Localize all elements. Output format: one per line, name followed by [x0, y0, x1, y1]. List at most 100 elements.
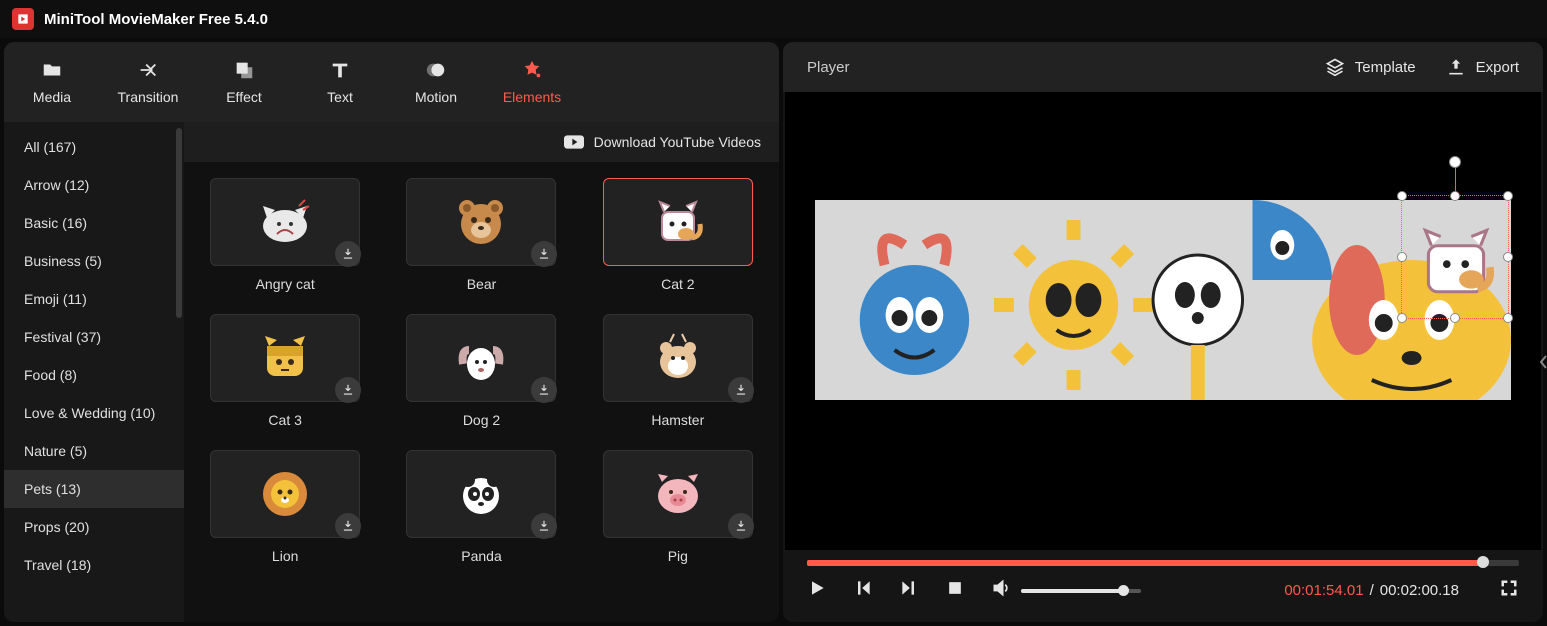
elements-gallery: Angry cat Bear Cat 2 Cat 3 Dog 2 Hamster Lion P…: [184, 162, 779, 622]
gallery-item-cat2[interactable]: Cat 2: [593, 178, 763, 292]
tab-text[interactable]: Text: [292, 42, 388, 122]
download-icon[interactable]: [728, 377, 754, 403]
canvas-element-cat2: [1410, 204, 1502, 312]
app-title: MiniTool MovieMaker Free 5.4.0: [44, 11, 268, 28]
sidebar-item-props[interactable]: Props (20): [4, 508, 184, 546]
tab-elements-label: Elements: [503, 89, 561, 105]
gallery-item-hamster[interactable]: Hamster: [593, 314, 763, 428]
time-total: 00:02:00.18: [1380, 582, 1459, 599]
sidebar-item-travel[interactable]: Travel (18): [4, 546, 184, 584]
download-icon[interactable]: [335, 513, 361, 539]
prev-button[interactable]: [853, 578, 873, 603]
progress-track[interactable]: [807, 560, 1519, 566]
tab-transition[interactable]: Transition: [100, 42, 196, 122]
sidebar-item-business[interactable]: Business (5): [4, 242, 184, 280]
sidebar-item-all[interactable]: All (167): [4, 128, 184, 166]
stop-button[interactable]: [945, 578, 965, 603]
gallery-item-angry-cat[interactable]: Angry cat: [200, 178, 370, 292]
play-button[interactable]: [807, 578, 827, 603]
upload-icon: [1446, 57, 1466, 77]
gallery-thumb[interactable]: [406, 450, 556, 538]
tab-media[interactable]: Media: [4, 42, 100, 122]
sidebar-item-arrow[interactable]: Arrow (12): [4, 166, 184, 204]
category-sidebar: All (167) Arrow (12) Basic (16) Business…: [4, 122, 184, 622]
resize-handle-sw[interactable]: [1397, 313, 1407, 323]
sidebar-item-nature[interactable]: Nature (5): [4, 432, 184, 470]
gallery-item-label: Cat 2: [661, 276, 694, 292]
resize-handle-ne[interactable]: [1503, 191, 1513, 201]
bear-icon: [453, 192, 509, 253]
gallery-item-label: Pig: [668, 548, 688, 564]
app-logo-icon: [12, 8, 34, 30]
download-icon[interactable]: [531, 241, 557, 267]
download-icon[interactable]: [531, 377, 557, 403]
download-icon[interactable]: [728, 513, 754, 539]
canvas-selection-box[interactable]: [1401, 195, 1509, 319]
gallery-thumb[interactable]: [406, 178, 556, 266]
gallery-item-lion[interactable]: Lion: [200, 450, 370, 564]
expand-right-handle[interactable]: [1537, 342, 1547, 382]
tab-transition-label: Transition: [118, 89, 179, 105]
pig-icon: [650, 464, 706, 525]
resize-handle-e[interactable]: [1503, 252, 1513, 262]
download-youtube-label: Download YouTube Videos: [594, 134, 761, 150]
gallery-item-cat3[interactable]: Cat 3: [200, 314, 370, 428]
video-preview[interactable]: [785, 92, 1541, 550]
next-button[interactable]: [899, 578, 919, 603]
resize-handle-w[interactable]: [1397, 252, 1407, 262]
gallery-thumb[interactable]: [603, 178, 753, 266]
sidebar-scrollbar[interactable]: [176, 128, 182, 318]
gallery-thumb[interactable]: [210, 450, 360, 538]
tab-motion-label: Motion: [415, 89, 457, 105]
fullscreen-button[interactable]: [1499, 578, 1519, 603]
sidebar-item-festival[interactable]: Festival (37): [4, 318, 184, 356]
gallery-item-label: Panda: [461, 548, 501, 564]
dog2-icon: [453, 328, 509, 389]
gallery-item-dog2[interactable]: Dog 2: [396, 314, 566, 428]
rotation-handle[interactable]: [1449, 156, 1461, 168]
resize-handle-se[interactable]: [1503, 313, 1513, 323]
tab-effect-label: Effect: [226, 89, 262, 105]
gallery-thumb[interactable]: [210, 178, 360, 266]
progress-handle[interactable]: [1477, 556, 1489, 568]
hamster-icon: [650, 328, 706, 389]
player-panel: Player Template Export: [783, 42, 1543, 622]
template-label: Template: [1355, 59, 1416, 76]
player-title: Player: [807, 59, 850, 76]
gallery-item-pig[interactable]: Pig: [593, 450, 763, 564]
gallery-item-panda[interactable]: Panda: [396, 450, 566, 564]
download-icon[interactable]: [335, 377, 361, 403]
gallery-thumb[interactable]: [603, 314, 753, 402]
export-button[interactable]: Export: [1446, 57, 1519, 77]
toolbar: Media Transition Effect Text Motion Elem…: [4, 42, 779, 122]
volume-track[interactable]: [1021, 589, 1141, 593]
resize-handle-n[interactable]: [1450, 191, 1460, 201]
sidebar-item-basic[interactable]: Basic (16): [4, 204, 184, 242]
panda-icon: [453, 464, 509, 525]
tab-effect[interactable]: Effect: [196, 42, 292, 122]
left-panel: Media Transition Effect Text Motion Elem…: [4, 42, 779, 622]
gallery-thumb[interactable]: [406, 314, 556, 402]
tab-elements[interactable]: Elements: [484, 42, 580, 122]
titlebar: MiniTool MovieMaker Free 5.4.0: [0, 0, 1547, 38]
download-icon[interactable]: [531, 513, 557, 539]
gallery-item-bear[interactable]: Bear: [396, 178, 566, 292]
gallery-item-label: Dog 2: [463, 412, 500, 428]
volume-handle[interactable]: [1118, 585, 1129, 596]
sidebar-item-pets[interactable]: Pets (13): [4, 470, 184, 508]
gallery-thumb[interactable]: [210, 314, 360, 402]
download-icon[interactable]: [335, 241, 361, 267]
resize-handle-s[interactable]: [1450, 313, 1460, 323]
gallery-thumb[interactable]: [603, 450, 753, 538]
tab-motion[interactable]: Motion: [388, 42, 484, 122]
sidebar-item-food[interactable]: Food (8): [4, 356, 184, 394]
template-button[interactable]: Template: [1325, 57, 1416, 77]
download-youtube-link[interactable]: Download YouTube Videos: [184, 122, 779, 162]
resize-handle-nw[interactable]: [1397, 191, 1407, 201]
sidebar-item-emoji[interactable]: Emoji (11): [4, 280, 184, 318]
gallery-item-label: Lion: [272, 548, 298, 564]
sidebar-item-love-wedding[interactable]: Love & Wedding (10): [4, 394, 184, 432]
cat2-icon: [650, 192, 706, 253]
gallery-item-label: Bear: [467, 276, 497, 292]
volume-button[interactable]: [991, 578, 1011, 603]
